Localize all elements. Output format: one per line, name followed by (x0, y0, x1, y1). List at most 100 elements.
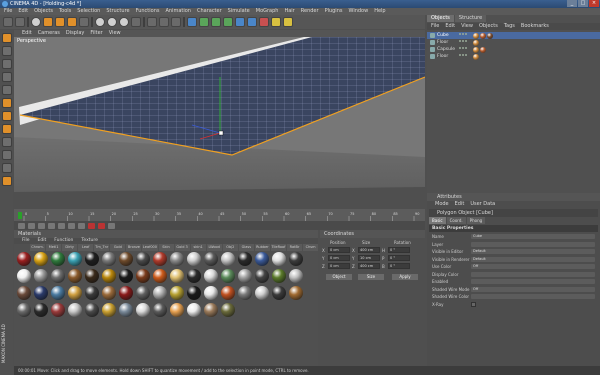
subdivision-surface-icon[interactable] (199, 17, 209, 27)
material-swatch[interactable] (136, 252, 150, 266)
material-swatch[interactable] (136, 286, 150, 300)
size-mode-dropdown[interactable]: Size (358, 274, 384, 280)
perspective-viewport[interactable]: Perspective (14, 37, 425, 209)
material-name-label[interactable]: Skin (158, 244, 174, 251)
object-row[interactable]: Floor (427, 39, 600, 46)
attribute-value-field[interactable] (471, 241, 595, 247)
material-swatch[interactable] (272, 269, 286, 283)
material-swatch[interactable] (255, 269, 269, 283)
material-swatch[interactable] (119, 269, 133, 283)
attribute-value-field[interactable]: Default (471, 256, 595, 262)
material-swatch[interactable] (153, 303, 167, 317)
material-swatch[interactable] (102, 269, 116, 283)
apply-button[interactable]: Apply (392, 274, 418, 280)
previous-keyframe-icon[interactable] (28, 222, 35, 229)
material-swatch[interactable] (85, 286, 99, 300)
deformer-icon[interactable] (247, 17, 257, 27)
coordinate-system-icon[interactable] (131, 17, 141, 27)
material-swatch[interactable] (34, 252, 48, 266)
material-name-label[interactable]: Rubber (254, 244, 270, 251)
keyframe-selection-icon[interactable] (108, 222, 115, 229)
visibility-toggle-icon[interactable] (459, 33, 467, 35)
current-frame-marker[interactable] (18, 212, 22, 219)
material-swatch[interactable] (68, 303, 82, 317)
menu-plugins[interactable]: Plugins (325, 8, 343, 15)
material-swatch[interactable] (255, 286, 269, 300)
attribute-value-field[interactable] (471, 271, 595, 277)
rotate-tool-icon[interactable] (67, 17, 77, 27)
x-axis-lock-icon[interactable] (95, 17, 105, 27)
attribute-value-field[interactable] (471, 294, 595, 299)
material-swatch[interactable] (221, 252, 235, 266)
material-name-label[interactable]: TileRoof (270, 244, 286, 251)
attribute-value-field[interactable] (471, 279, 595, 284)
menu-functions[interactable]: Functions (136, 8, 160, 15)
material-name-label[interactable]: Chsm (303, 244, 319, 251)
material-swatch[interactable] (289, 252, 303, 266)
x-ray-checkbox[interactable] (471, 301, 476, 307)
tab-coord[interactable]: Coord. (446, 217, 466, 224)
next-frame-icon[interactable] (58, 222, 65, 229)
material-name-label[interactable]: Metl1 (46, 244, 62, 251)
rotation-p-field[interactable]: 0 ° (388, 255, 410, 261)
texture-mode-icon[interactable] (1, 72, 12, 82)
move-tool-icon[interactable] (43, 17, 53, 27)
viewport-menu-view[interactable]: View (109, 30, 121, 37)
go-to-end-icon[interactable] (78, 222, 85, 229)
y-axis-lock-icon[interactable] (107, 17, 117, 27)
redo-icon[interactable] (15, 17, 25, 27)
material-name-label[interactable]: RatBr (287, 244, 303, 251)
tab-basic[interactable]: Basic (429, 217, 446, 224)
material-swatch[interactable] (102, 286, 116, 300)
material-swatch[interactable] (119, 252, 133, 266)
viewport-menu-cameras[interactable]: Cameras (38, 30, 60, 37)
render-picture-viewer-icon[interactable] (159, 17, 169, 27)
material-swatch[interactable] (153, 286, 167, 300)
material-swatch[interactable] (187, 252, 201, 266)
attribute-menu-mode[interactable]: Mode (435, 201, 449, 208)
attribute-value-field[interactable]: Cube (471, 234, 595, 239)
spline-icon[interactable] (211, 17, 221, 27)
material-swatch[interactable] (136, 269, 150, 283)
record-icon[interactable] (88, 222, 95, 229)
menu-character[interactable]: Character (197, 8, 222, 15)
soft-selection-icon[interactable] (1, 176, 12, 186)
material-swatch[interactable] (153, 269, 167, 283)
menu-animation[interactable]: Animation (165, 8, 191, 15)
material-swatch[interactable] (289, 286, 303, 300)
undo-icon[interactable] (3, 17, 13, 27)
size-y-field[interactable]: 10 cm (358, 255, 380, 261)
size-x-field[interactable]: 400 cm (358, 247, 380, 253)
material-tag-icon[interactable] (473, 39, 479, 46)
scale-tool-icon[interactable] (55, 17, 65, 27)
menu-mograph[interactable]: MoGraph (256, 8, 279, 15)
material-name-label[interactable]: Obj2 (222, 244, 238, 251)
material-swatch[interactable] (68, 286, 82, 300)
viewport-menu-edit[interactable]: Edit (22, 30, 32, 37)
material-swatch[interactable] (170, 269, 184, 283)
material-name-label[interactable]: Glass (238, 244, 254, 251)
axis-mode-icon[interactable] (1, 137, 12, 147)
material-swatch[interactable] (17, 252, 31, 266)
material-swatch[interactable] (204, 252, 218, 266)
viewport-menu-display[interactable]: Display (66, 30, 84, 37)
menu-objects[interactable]: Objects (34, 8, 53, 15)
object-mode-icon[interactable] (1, 59, 12, 69)
material-swatch[interactable] (187, 303, 201, 317)
menu-edit[interactable]: Edit (18, 8, 28, 15)
make-editable-icon[interactable] (1, 33, 12, 43)
rotation-h-field[interactable]: 0 ° (388, 247, 410, 253)
edges-mode-icon[interactable] (1, 111, 12, 121)
workplane-icon[interactable] (1, 85, 12, 95)
material-name-label[interactable]: Bronze (126, 244, 142, 251)
menu-hair[interactable]: Hair (284, 8, 294, 15)
material-swatch[interactable] (238, 269, 252, 283)
position-z-field[interactable]: 0 cm (328, 263, 350, 269)
material-swatch[interactable] (68, 252, 82, 266)
material-swatch[interactable] (204, 286, 218, 300)
menu-structure[interactable]: Structure (106, 8, 129, 15)
visibility-toggle-icon[interactable] (459, 54, 467, 56)
render-view-icon[interactable] (147, 17, 157, 27)
material-swatch[interactable] (51, 303, 65, 317)
material-swatch[interactable] (204, 303, 218, 317)
